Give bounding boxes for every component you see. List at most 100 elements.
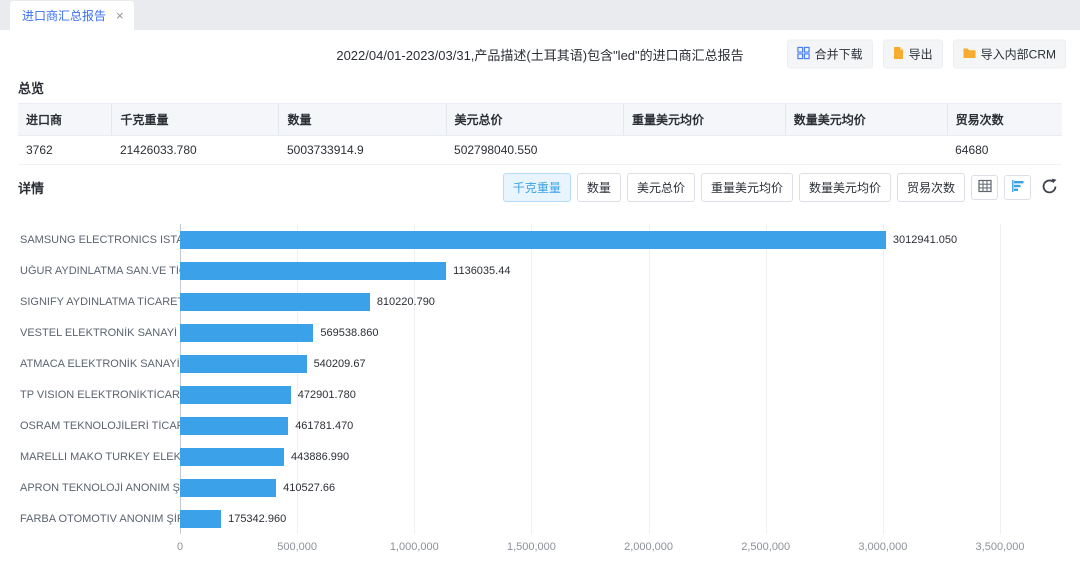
chart-bar[interactable]: 472901.780 (180, 386, 291, 404)
chart-x-axis: 0500,0001,000,0001,500,0002,000,0002,500… (180, 534, 1000, 556)
overview-cell: 5003733914.9 (279, 136, 446, 165)
chart-value-label: 461781.470 (295, 420, 353, 432)
metric-toggle[interactable]: 数量 (577, 173, 621, 202)
overview-col-header: 重量美元均价 (623, 104, 785, 136)
chart-bar[interactable]: 569538.860 (180, 324, 313, 342)
tab-close-icon[interactable]: × (116, 9, 124, 22)
overview-col-header: 贸易次数 (947, 104, 1062, 136)
header-actions: 合并下载 导出 导入内部CRM (787, 40, 1066, 69)
chart-category-label: APRON TEKNOLOJİ ANONIM ŞİRKETİ... (20, 482, 180, 494)
import-crm-button[interactable]: 导入内部CRM (953, 40, 1066, 69)
table-view-icon (978, 179, 992, 196)
import-crm-label: 导入内部CRM (981, 46, 1056, 63)
chart-row: SIGNIFY AYDINLATMA TİCARET ANO...810220.… (20, 286, 1000, 317)
overview-col-header: 进口商 (18, 104, 112, 136)
details-section-label: 详情 (18, 178, 44, 197)
chart-bar[interactable]: 810220.790 (180, 293, 370, 311)
overview-data-row: 376221426033.7805003733914.9502798040.55… (18, 136, 1062, 165)
overview-header-row: 进口商千克重量数量美元总价重量美元均价数量美元均价贸易次数 (18, 104, 1062, 136)
chart-row: TP VISION ELEKTRONİKTİCARET AN...472901.… (20, 379, 1000, 410)
chart-row: SAMSUNG ELECTRONICS ISTANBUL P...3012941… (20, 224, 1000, 255)
chart-bar[interactable]: 175342.960 (180, 510, 221, 528)
chart-bar-track: 810220.790 (180, 286, 1000, 317)
chart-value-label: 810220.790 (377, 296, 435, 308)
chart-category-label: FARBA OTOMOTIV ANONIM ŞİRKETİ... (20, 513, 180, 525)
x-axis-tick: 2,000,000 (624, 541, 673, 553)
chart-bar-track: 1136035.44 (180, 255, 1000, 286)
overview-col-header: 千克重量 (112, 104, 279, 136)
chart-bar-track: 3012941.050 (180, 224, 1000, 255)
chart-row: VESTEL ELEKTRONİK SANAYİ VE Tİ...569538.… (20, 317, 1000, 348)
app-window: 进口商汇总报告 × 2022/04/01-2023/03/31,产品描述(土耳其… (0, 0, 1080, 565)
metric-toggle[interactable]: 贸易次数 (897, 173, 965, 202)
x-axis-tick: 0 (177, 541, 183, 553)
x-axis-tick: 3,000,000 (858, 541, 907, 553)
chart-row: ATMACA ELEKTRONİK SANAYİ VE Tİ...540209.… (20, 348, 1000, 379)
chart-category-label: VESTEL ELEKTRONİK SANAYİ VE Tİ... (20, 327, 180, 339)
export-label: 导出 (909, 46, 933, 63)
chart-category-label: ATMACA ELEKTRONİK SANAYİ VE Tİ... (20, 358, 180, 370)
metric-toggle[interactable]: 美元总价 (627, 173, 695, 202)
overview-section-label: 总览 (18, 78, 1062, 97)
chart-value-label: 540209.67 (314, 358, 366, 370)
overview-col-header: 数量 (279, 104, 446, 136)
metric-toggle-group: 千克重量数量美元总价重量美元均价数量美元均价贸易次数 (503, 173, 965, 202)
chart-value-label: 175342.960 (228, 513, 286, 525)
metric-toggle[interactable]: 千克重量 (503, 173, 571, 202)
details-row: 详情 千克重量数量美元总价重量美元均价数量美元均价贸易次数 (18, 173, 1062, 202)
chart-row: MARELLI MAKO TURKEY ELEKTRİK S...443886.… (20, 441, 1000, 472)
chart-bar[interactable]: 3012941.050 (180, 231, 886, 249)
chart-category-label: SIGNIFY AYDINLATMA TİCARET ANO... (20, 296, 180, 308)
chart-category-label: UĞUR AYDINLATMA SAN.VE TİC.LTD... (20, 265, 180, 277)
overview-cell: 502798040.550 (446, 136, 623, 165)
metric-toggle[interactable]: 重量美元均价 (701, 173, 793, 202)
chart-category-label: SAMSUNG ELECTRONICS ISTANBUL P... (20, 234, 180, 246)
merge-download-button[interactable]: 合并下载 (787, 40, 873, 69)
chart-category-label: OSRAM TEKNOLOJİLERİ TİCARET AN... (20, 420, 180, 432)
metric-toggle[interactable]: 数量美元均价 (799, 173, 891, 202)
chart-value-label: 569538.860 (320, 327, 378, 339)
chart-view-button[interactable] (1004, 175, 1031, 200)
export-button[interactable]: 导出 (883, 40, 943, 69)
chart-category-label: TP VISION ELEKTRONİKTİCARET AN... (20, 389, 180, 401)
overview-table: 进口商千克重量数量美元总价重量美元均价数量美元均价贸易次数 3762214260… (18, 103, 1062, 165)
merge-download-label: 合并下载 (815, 46, 863, 63)
bar-chart-view-icon (1011, 179, 1025, 196)
chart-value-label: 1136035.44 (453, 265, 510, 277)
chart-bar-track: 461781.470 (180, 410, 1000, 441)
chart-bar[interactable]: 410527.66 (180, 479, 276, 497)
overview-cell: 3762 (18, 136, 112, 165)
chart-bar-track: 569538.860 (180, 317, 1000, 348)
chart-category-label: MARELLI MAKO TURKEY ELEKTRİK S... (20, 451, 180, 463)
overview-cell (623, 136, 785, 165)
import-crm-folder-icon (963, 47, 976, 61)
chart-value-label: 410527.66 (283, 482, 335, 494)
overview-col-header: 数量美元均价 (785, 104, 947, 136)
chart-bar-track: 175342.960 (180, 503, 1000, 534)
chart-value-label: 3012941.050 (893, 234, 957, 246)
x-axis-tick: 500,000 (277, 541, 317, 553)
detail-controls: 千克重量数量美元总价重量美元均价数量美元均价贸易次数 (503, 173, 1062, 202)
chart-bar-track: 410527.66 (180, 472, 1000, 503)
page-title: 2022/04/01-2023/03/31,产品描述(土耳其语)包含"led"的… (336, 45, 743, 64)
chart-row: APRON TEKNOLOJİ ANONIM ŞİRKETİ...410527.… (20, 472, 1000, 503)
x-axis-tick: 1,500,000 (507, 541, 556, 553)
refresh-button[interactable] (1037, 175, 1062, 200)
bar-chart: SAMSUNG ELECTRONICS ISTANBUL P...3012941… (20, 224, 1060, 556)
chart-bar[interactable]: 443886.990 (180, 448, 284, 466)
chart-value-label: 472901.780 (298, 389, 356, 401)
chart-bar[interactable]: 461781.470 (180, 417, 288, 435)
tab-label: 进口商汇总报告 (22, 7, 106, 24)
tab-bar: 进口商汇总报告 × (0, 0, 1080, 30)
table-view-button[interactable] (971, 175, 998, 200)
chart-bar-track: 540209.67 (180, 348, 1000, 379)
tab-importer-summary-report[interactable]: 进口商汇总报告 × (10, 1, 134, 30)
chart-row: FARBA OTOMOTIV ANONIM ŞİRKETİ...175342.9… (20, 503, 1000, 534)
chart-bar[interactable]: 1136035.44 (180, 262, 446, 280)
chart-bar-track: 443886.990 (180, 441, 1000, 472)
export-document-icon (893, 46, 904, 62)
chart-row: OSRAM TEKNOLOJİLERİ TİCARET AN...461781.… (20, 410, 1000, 441)
chart-bar[interactable]: 540209.67 (180, 355, 307, 373)
x-axis-tick: 2,500,000 (741, 541, 790, 553)
chart-value-label: 443886.990 (291, 451, 349, 463)
